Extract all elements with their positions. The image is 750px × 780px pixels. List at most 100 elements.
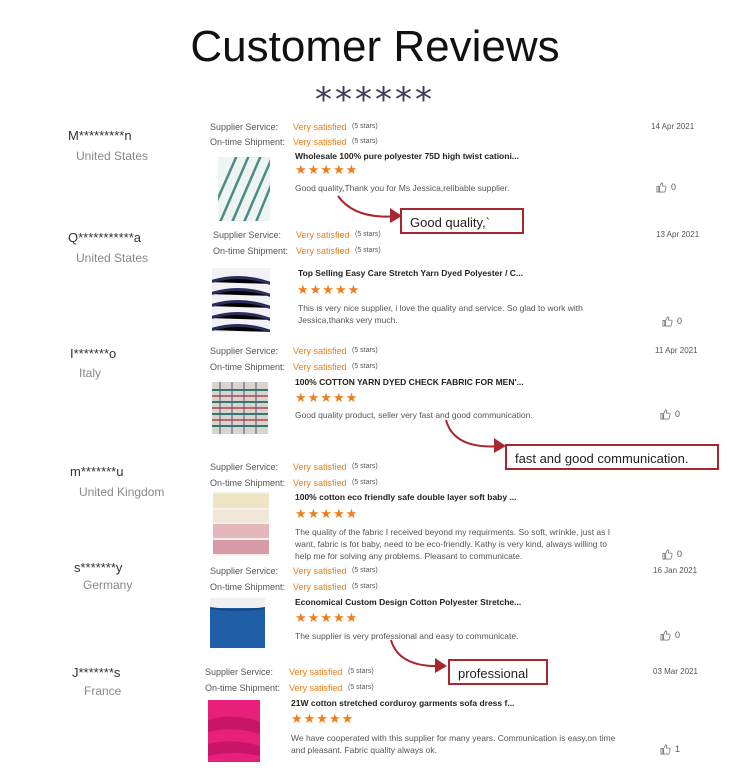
thumbs-up-icon bbox=[662, 549, 673, 560]
like-button[interactable]: 0 bbox=[662, 316, 682, 327]
callout-arrow bbox=[390, 639, 447, 673]
rating-stars: ★★★★★ bbox=[291, 712, 355, 727]
thumbs-up-icon bbox=[662, 316, 673, 327]
reviewer-name: I*******o bbox=[70, 346, 117, 361]
reviewer-country: Germany bbox=[83, 578, 133, 592]
reviewer-name: Q***********a bbox=[68, 230, 141, 245]
supplier-service-label: Supplier Service: bbox=[213, 230, 282, 240]
callout-professional: professional bbox=[448, 659, 548, 685]
review-date: 03 Mar 2021 bbox=[653, 667, 698, 676]
review-comment: The supplier is very professional and ea… bbox=[295, 631, 519, 641]
review-item: Q***********a United States Supplier Ser… bbox=[0, 228, 750, 338]
product-title-link[interactable]: 100% COTTON YARN DYED CHECK FABRIC FOR M… bbox=[295, 377, 524, 387]
ontime-shipment-value: Very satisfied bbox=[296, 246, 350, 256]
supplier-service-label: Supplier Service: bbox=[210, 346, 279, 356]
like-count: 0 bbox=[677, 316, 683, 326]
product-thumbnail[interactable] bbox=[208, 700, 260, 762]
reviewer-country: United States bbox=[76, 149, 149, 163]
review-date: 16 Jan 2021 bbox=[653, 566, 698, 575]
review-date: 11 Apr 2021 bbox=[655, 346, 698, 355]
ontime-shipment-stars: (5 stars) bbox=[352, 138, 378, 145]
ontime-shipment-stars: (5 stars) bbox=[348, 684, 374, 691]
review-item: s*******y Germany Supplier Service: Very… bbox=[0, 560, 750, 650]
like-count: 0 bbox=[675, 409, 681, 419]
like-button[interactable]: 0 bbox=[660, 630, 680, 641]
callout-good-quality: Good quality,` bbox=[400, 208, 524, 234]
supplier-service-value: Very satisfied bbox=[289, 667, 343, 677]
reviewer-name: M*********n bbox=[68, 128, 132, 143]
product-thumbnail[interactable] bbox=[212, 382, 268, 434]
supplier-service-stars: (5 stars) bbox=[352, 463, 378, 470]
reviewer-country: France bbox=[84, 684, 122, 698]
thumbs-up-icon bbox=[660, 409, 671, 420]
review-date: 13 Apr 2021 bbox=[656, 230, 700, 239]
like-count: 0 bbox=[675, 630, 681, 640]
supplier-service-stars: (5 stars) bbox=[352, 347, 378, 354]
like-count: 1 bbox=[675, 744, 681, 754]
ontime-shipment-label: On-time Shipment: bbox=[210, 137, 286, 147]
like-count: 0 bbox=[671, 182, 677, 192]
rating-stars: ★★★★★ bbox=[297, 283, 361, 298]
supplier-service-stars: (5 stars) bbox=[348, 668, 374, 675]
rating-stars: ★★★★★ bbox=[295, 507, 359, 522]
thumbs-up-icon bbox=[660, 744, 671, 755]
reviewer-name: J*******s bbox=[72, 665, 121, 680]
review-comment: We have cooperated with this supplier fo… bbox=[291, 733, 616, 755]
ontime-shipment-stars: (5 stars) bbox=[352, 363, 378, 370]
review-item: J*******s France Supplier Service: Very … bbox=[0, 664, 750, 774]
product-thumbnail[interactable] bbox=[218, 157, 270, 221]
supplier-service-stars: (5 stars) bbox=[352, 123, 378, 130]
callout-arrow bbox=[337, 195, 402, 223]
thumbs-up-icon bbox=[656, 182, 667, 193]
like-count: 0 bbox=[677, 549, 683, 559]
product-thumbnail[interactable] bbox=[212, 268, 270, 332]
ontime-shipment-label: On-time Shipment: bbox=[210, 582, 286, 592]
ontime-shipment-value: Very satisfied bbox=[293, 137, 347, 147]
rating-stars: ★★★★★ bbox=[295, 611, 359, 626]
thumbs-up-icon bbox=[660, 630, 671, 641]
product-title-link[interactable]: Top Selling Easy Care Stretch Yarn Dyed … bbox=[298, 268, 523, 278]
supplier-service-value: Very satisfied bbox=[293, 122, 347, 132]
ontime-shipment-label: On-time Shipment: bbox=[210, 478, 286, 488]
rating-stars: ★★★★★ bbox=[295, 391, 359, 406]
supplier-service-label: Supplier Service: bbox=[210, 566, 279, 576]
supplier-service-value: Very satisfied bbox=[293, 566, 347, 576]
review-item: m*******u United Kingdom Supplier Servic… bbox=[0, 462, 750, 562]
ontime-shipment-label: On-time Shipment: bbox=[213, 246, 289, 256]
product-title-link[interactable]: 100% cotton eco friendly safe double lay… bbox=[295, 492, 517, 502]
supplier-service-label: Supplier Service: bbox=[205, 667, 274, 677]
review-comment: The quality of the fabric I received bey… bbox=[295, 527, 611, 561]
product-title-link[interactable]: Wholesale 100% pure polyester 75D high t… bbox=[295, 151, 519, 161]
supplier-service-stars: (5 stars) bbox=[355, 231, 381, 238]
product-title-link[interactable]: 21W cotton stretched corduroy garments s… bbox=[291, 698, 514, 708]
like-button[interactable]: 1 bbox=[660, 744, 680, 755]
ontime-shipment-stars: (5 stars) bbox=[352, 479, 378, 486]
like-button[interactable]: 0 bbox=[660, 409, 680, 420]
reviewer-country: United States bbox=[76, 251, 149, 265]
product-thumbnail[interactable] bbox=[210, 598, 265, 648]
review-comment: This is very nice supplier, i love the q… bbox=[298, 303, 583, 325]
ontime-shipment-value: Very satisfied bbox=[293, 582, 347, 592]
reviewer-name: s*******y bbox=[74, 560, 123, 575]
callout-fast-communication: fast and good communication. bbox=[505, 444, 719, 470]
ontime-shipment-stars: (5 stars) bbox=[355, 247, 381, 254]
page-title: Customer Reviews bbox=[190, 22, 560, 71]
stars-divider: ****** bbox=[315, 80, 435, 120]
supplier-service-stars: (5 stars) bbox=[352, 567, 378, 574]
ontime-shipment-value: Very satisfied bbox=[293, 478, 347, 488]
supplier-service-value: Very satisfied bbox=[293, 346, 347, 356]
review-date: 14 Apr 2021 bbox=[651, 122, 695, 131]
like-button[interactable]: 0 bbox=[662, 549, 682, 560]
product-title-link[interactable]: Economical Custom Design Cotton Polyeste… bbox=[295, 597, 521, 607]
ontime-shipment-value: Very satisfied bbox=[289, 683, 343, 693]
ontime-shipment-label: On-time Shipment: bbox=[205, 683, 281, 693]
like-button[interactable]: 0 bbox=[656, 182, 676, 193]
rating-stars: ★★★★★ bbox=[295, 163, 359, 178]
reviewer-name: m*******u bbox=[70, 464, 124, 479]
ontime-shipment-label: On-time Shipment: bbox=[210, 362, 286, 372]
product-thumbnail[interactable] bbox=[213, 492, 269, 556]
review-item: I*******o Italy Supplier Service: Very s… bbox=[0, 344, 750, 439]
supplier-service-value: Very satisfied bbox=[293, 462, 347, 472]
supplier-service-label: Supplier Service: bbox=[210, 122, 279, 132]
supplier-service-label: Supplier Service: bbox=[210, 462, 279, 472]
